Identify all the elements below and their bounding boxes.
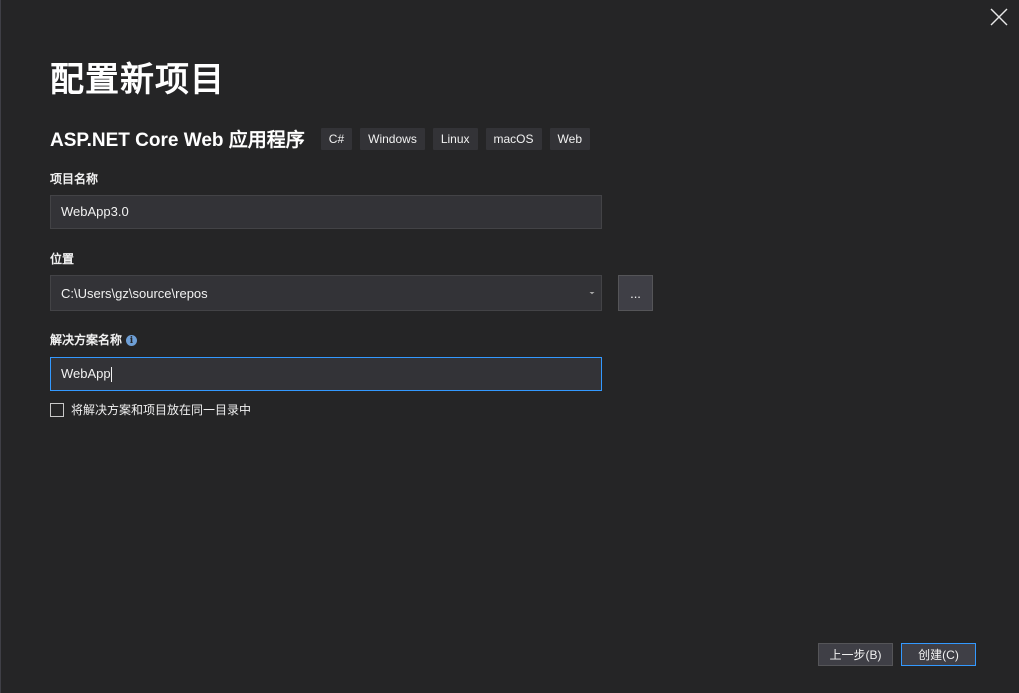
location-value: C:\Users\gz\source\repos [61, 285, 208, 301]
configure-project-dialog: 配置新项目 ASP.NET Core Web 应用程序 C# Windows L… [0, 0, 1019, 693]
template-header: ASP.NET Core Web 应用程序 C# Windows Linux m… [50, 125, 598, 152]
location-combobox[interactable]: C:\Users\gz\source\repos [50, 275, 602, 311]
solution-name-value: WebApp [61, 366, 111, 381]
tag-language: C# [320, 127, 353, 150]
location-label: 位置 [50, 250, 74, 267]
tag-platform-linux: Linux [432, 127, 478, 150]
tag-project-type: Web [549, 127, 590, 150]
create-button[interactable]: 创建(C) [901, 643, 976, 666]
same-directory-option[interactable]: 将解决方案和项目放在同一目录中 [50, 401, 251, 418]
project-name-input[interactable]: WebApp3.0 [50, 195, 602, 229]
info-icon[interactable]: i [126, 335, 138, 346]
back-button[interactable]: 上一步(B) [818, 643, 893, 666]
text-caret [110, 367, 112, 383]
solution-name-input[interactable]: WebApp [50, 357, 602, 391]
tag-platform-macos: macOS [485, 127, 542, 150]
same-directory-label[interactable]: 将解决方案和项目放在同一目录中 [71, 401, 251, 418]
location-label-text: 位置 [50, 252, 75, 266]
project-name-label: 项目名称 [50, 170, 98, 187]
dropdown-arrow-icon[interactable] [585, 276, 599, 310]
same-directory-checkbox[interactable] [50, 402, 64, 417]
tag-platform-windows: Windows [360, 127, 425, 150]
browse-button[interactable]: ... [618, 275, 653, 311]
page-title: 配置新项目 [50, 61, 225, 99]
template-name: ASP.NET Core Web 应用程序 [50, 130, 305, 151]
project-name-value: WebApp3.0 [61, 204, 129, 219]
close-icon [990, 8, 1008, 26]
close-button[interactable] [989, 7, 1009, 27]
solution-name-label: 解决方案名称 i [50, 331, 138, 348]
solution-name-label-text: 解决方案名称 [50, 333, 123, 347]
project-name-label-text: 项目名称 [50, 172, 99, 186]
